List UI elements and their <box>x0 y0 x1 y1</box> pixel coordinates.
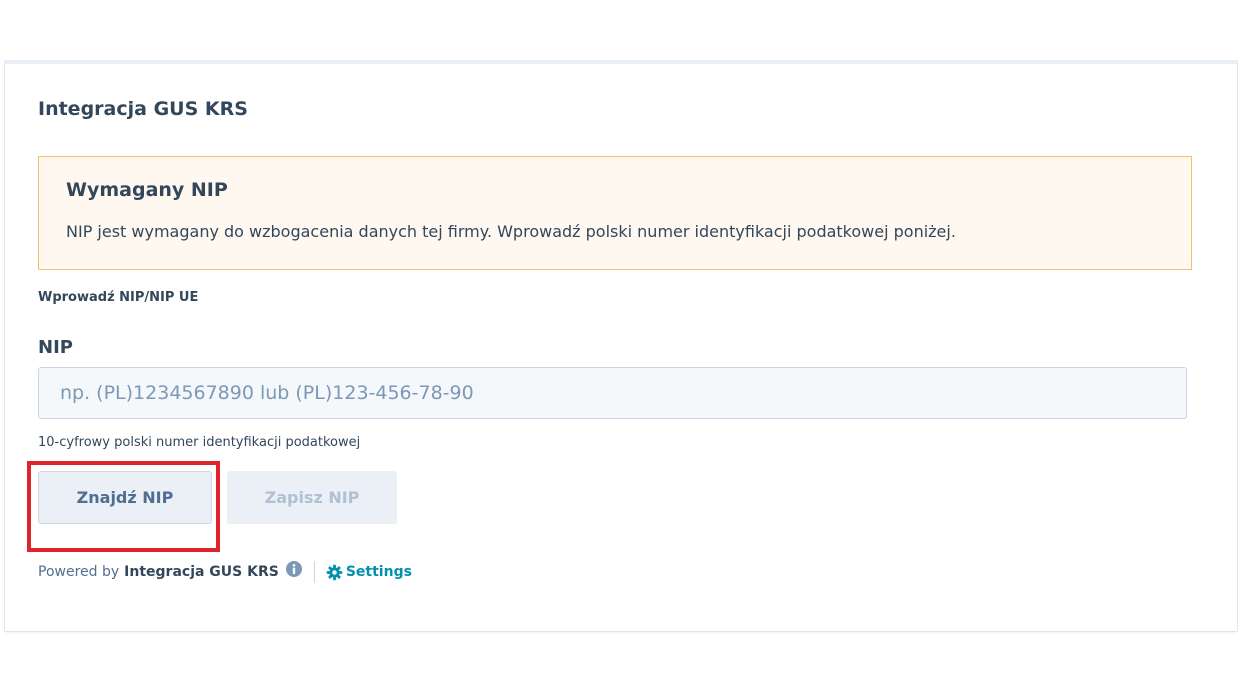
powered-by-text: Powered by <box>38 564 120 580</box>
gear-icon <box>326 564 343 581</box>
card-title: Integracja GUS KRS <box>38 98 248 120</box>
footer-divider <box>313 561 315 583</box>
alert-message: NIP jest wymagany do wzbogacenia danych … <box>66 222 956 241</box>
nip-help-text: 10-cyfrowy polski numer identyfikacji po… <box>38 435 361 450</box>
nip-input[interactable] <box>38 367 1187 419</box>
save-nip-button[interactable]: Zapisz NIP <box>227 471 397 524</box>
powered-by-app-name: Integracja GUS KRS <box>124 564 279 580</box>
settings-link[interactable]: Settings <box>326 564 412 581</box>
nip-required-alert: Wymagany NIP NIP jest wymagany do wzboga… <box>38 156 1192 270</box>
integration-card: Integracja GUS KRS Wymagany NIP NIP jest… <box>5 61 1237 631</box>
nip-field-label: NIP <box>38 337 73 358</box>
alert-title: Wymagany NIP <box>66 179 228 201</box>
settings-label: Settings <box>345 564 412 580</box>
info-circle-icon[interactable] <box>285 561 302 577</box>
section-label: Wprowadź NIP/NIP UE <box>38 290 199 305</box>
powered-by-footer: Powered by Integracja GUS KRS Settings <box>38 560 412 584</box>
find-nip-button[interactable]: Znajdź NIP <box>38 471 212 524</box>
